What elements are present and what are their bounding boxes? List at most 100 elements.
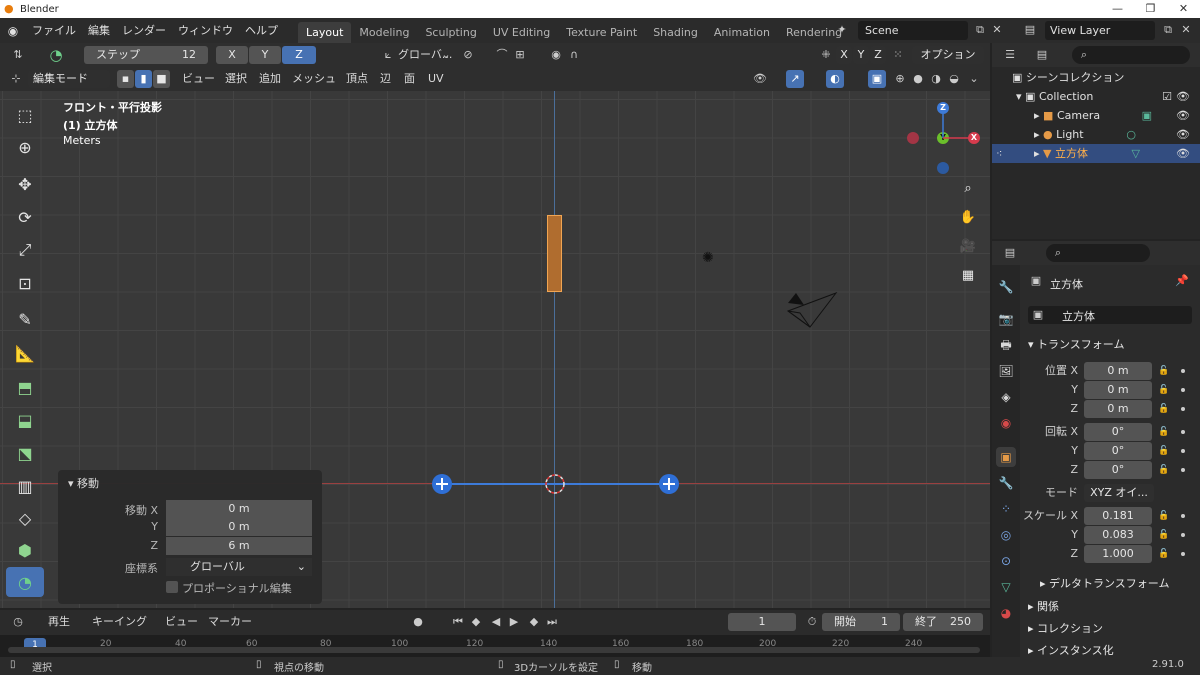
blender-menu-icon[interactable]: ◉: [0, 24, 26, 38]
lock-icon[interactable]: 🔓: [1158, 404, 1169, 414]
jump-start-icon[interactable]: ⏮: [450, 614, 466, 630]
mirror-z-button[interactable]: Z: [870, 46, 886, 64]
falloff-icon[interactable]: ∩: [566, 47, 582, 63]
menu-uv[interactable]: UV: [428, 70, 444, 88]
inset-icon[interactable]: ⬓: [6, 405, 44, 435]
tab-sculpting[interactable]: Sculpting: [417, 22, 484, 43]
light-object-icon[interactable]: ✺: [702, 250, 714, 266]
keyframe-dot[interactable]: [1181, 514, 1185, 518]
keyframe-dot[interactable]: [1181, 369, 1185, 373]
mirror-y-button[interactable]: Y: [853, 46, 869, 64]
outliner-item-camera[interactable]: ▸ ■ Camera ▣ 👁: [992, 106, 1200, 125]
spin-icon[interactable]: ◔: [6, 567, 44, 597]
move-z-field[interactable]: 6 m: [166, 537, 312, 555]
axis-z-toggle[interactable]: Z: [282, 46, 316, 64]
lock-icon[interactable]: 🔓: [1158, 549, 1169, 559]
options-dropdown[interactable]: オプション: [912, 46, 984, 64]
tab-uv-editing[interactable]: UV Editing: [485, 22, 558, 43]
lock-icon[interactable]: 🔓: [1158, 427, 1169, 437]
eye-icon[interactable]: 👁: [1176, 87, 1190, 106]
keyframe-dot[interactable]: [1181, 388, 1185, 392]
world-tab-icon[interactable]: ◉: [996, 413, 1016, 433]
timeline-menu-view[interactable]: ビュー: [165, 613, 198, 631]
chevron-down-icon[interactable]: ⌄: [438, 47, 454, 63]
wireframe-shading-icon[interactable]: ⊕: [892, 71, 908, 87]
output-tab-icon[interactable]: 🖶: [996, 335, 1016, 355]
transform-icon[interactable]: ⊡: [6, 268, 44, 298]
menu-render[interactable]: レンダー: [116, 18, 172, 43]
physics-tab-icon[interactable]: ◎: [996, 525, 1016, 545]
keyframe-dot[interactable]: [1181, 552, 1185, 556]
orientation-dropdown[interactable]: グローバル ⌄: [166, 558, 312, 576]
close-button[interactable]: ✕: [1167, 0, 1200, 18]
current-frame-field[interactable]: 1: [728, 613, 796, 631]
move-icon[interactable]: ✥: [6, 169, 44, 199]
play-icon[interactable]: ▶: [506, 614, 522, 630]
scene-tab-icon[interactable]: ◈: [996, 387, 1016, 407]
operator-panel-header[interactable]: ▾ 移動: [68, 475, 99, 491]
bevel-icon[interactable]: ⬔: [6, 438, 44, 468]
loop-cut-icon[interactable]: ▥: [6, 471, 44, 501]
tool-tab-icon[interactable]: 🔧: [996, 277, 1016, 297]
new-view-layer-icon[interactable]: ⧉: [1160, 22, 1176, 38]
view-layer-field[interactable]: View Layer: [1045, 21, 1155, 40]
keyframe-dot[interactable]: [1181, 533, 1185, 537]
snap-target-icon[interactable]: ⊞: [512, 47, 528, 63]
properties-editor-icon[interactable]: ▤: [1002, 245, 1018, 261]
relations-header[interactable]: ▸ 関係: [1028, 598, 1059, 614]
new-scene-icon[interactable]: ⧉: [972, 22, 988, 38]
poly-build-icon[interactable]: ⬢: [6, 535, 44, 565]
visibility-icon[interactable]: 👁: [752, 71, 768, 87]
menu-face[interactable]: 面: [404, 70, 415, 88]
prev-keyframe-icon[interactable]: ◆: [468, 614, 484, 630]
particles-tab-icon[interactable]: ⁘: [996, 499, 1016, 519]
select-box-icon[interactable]: ⬚: [6, 100, 44, 130]
move-manipulator[interactable]: [430, 471, 680, 497]
rotation-x-field[interactable]: 0°: [1084, 423, 1152, 441]
start-frame-field[interactable]: 開始 1: [822, 613, 900, 631]
outliner-editor-icon[interactable]: ☰: [1002, 47, 1018, 63]
material-shading-icon[interactable]: ◑: [928, 71, 944, 87]
scene-selector-icon[interactable]: ✦: [834, 22, 850, 38]
outliner-scene-collection[interactable]: ▣ シーンコレクション: [992, 68, 1200, 87]
tab-modeling[interactable]: Modeling: [351, 22, 417, 43]
constraints-tab-icon[interactable]: ⊙: [996, 551, 1016, 571]
render-tab-icon[interactable]: 📷: [996, 309, 1016, 329]
scale-icon[interactable]: ⤢: [6, 235, 44, 265]
tab-layout[interactable]: Layout: [298, 22, 352, 43]
vertex-select-button[interactable]: ▪: [117, 70, 134, 88]
outliner-item-collection[interactable]: ▾ ▣ Collection ☑ 👁: [992, 87, 1200, 106]
timeline-scrubber[interactable]: 1 20 40 60 80 100 120 140 160 180 200 22…: [0, 635, 990, 657]
topology-mirror-icon[interactable]: ⁙: [890, 47, 906, 63]
shading-options-icon[interactable]: ⌄: [966, 71, 982, 87]
display-mode-icon[interactable]: ▤: [1034, 47, 1050, 63]
extrude-icon[interactable]: ⬒: [6, 372, 44, 402]
delete-scene-icon[interactable]: ✕: [989, 22, 1005, 38]
outliner-item-cube[interactable]: ⁖ ▸ ▼ 立方体 ▽ 👁: [992, 144, 1200, 163]
timeline-menu-keying[interactable]: キーイング: [92, 613, 147, 631]
play-reverse-icon[interactable]: ◀: [488, 614, 504, 630]
lock-icon[interactable]: 🔓: [1158, 530, 1169, 540]
rotation-z-field[interactable]: 0°: [1084, 461, 1152, 479]
eye-icon[interactable]: 👁: [1176, 144, 1190, 163]
tab-animation[interactable]: Animation: [706, 22, 778, 43]
proportional-edit-icon[interactable]: ◉: [548, 47, 564, 63]
keyframe-dot[interactable]: [1181, 407, 1185, 411]
menu-view[interactable]: ビュー: [182, 70, 215, 88]
eye-icon[interactable]: 👁: [1176, 106, 1190, 125]
measure-icon[interactable]: 📐: [6, 338, 44, 368]
instancing-header[interactable]: ▸ インスタンス化: [1028, 642, 1114, 658]
edge-select-button[interactable]: ▮: [135, 70, 152, 88]
lock-icon[interactable]: 🔓: [1158, 366, 1169, 376]
scene-field[interactable]: Scene: [858, 21, 968, 40]
rotate-icon[interactable]: ⟳: [6, 202, 44, 232]
record-icon[interactable]: ●: [410, 614, 426, 630]
timeline-editor-icon[interactable]: ◷: [10, 614, 26, 630]
move-y-field[interactable]: 0 m: [166, 518, 312, 536]
knife-icon[interactable]: ◇: [6, 503, 44, 533]
menu-help[interactable]: ヘルプ: [239, 18, 284, 43]
ortho-grid-icon[interactable]: ▦: [957, 265, 979, 287]
mirror-x-button[interactable]: X: [836, 46, 852, 64]
cursor-icon[interactable]: ⊕: [6, 132, 44, 162]
location-z-field[interactable]: 0 m: [1084, 400, 1152, 418]
